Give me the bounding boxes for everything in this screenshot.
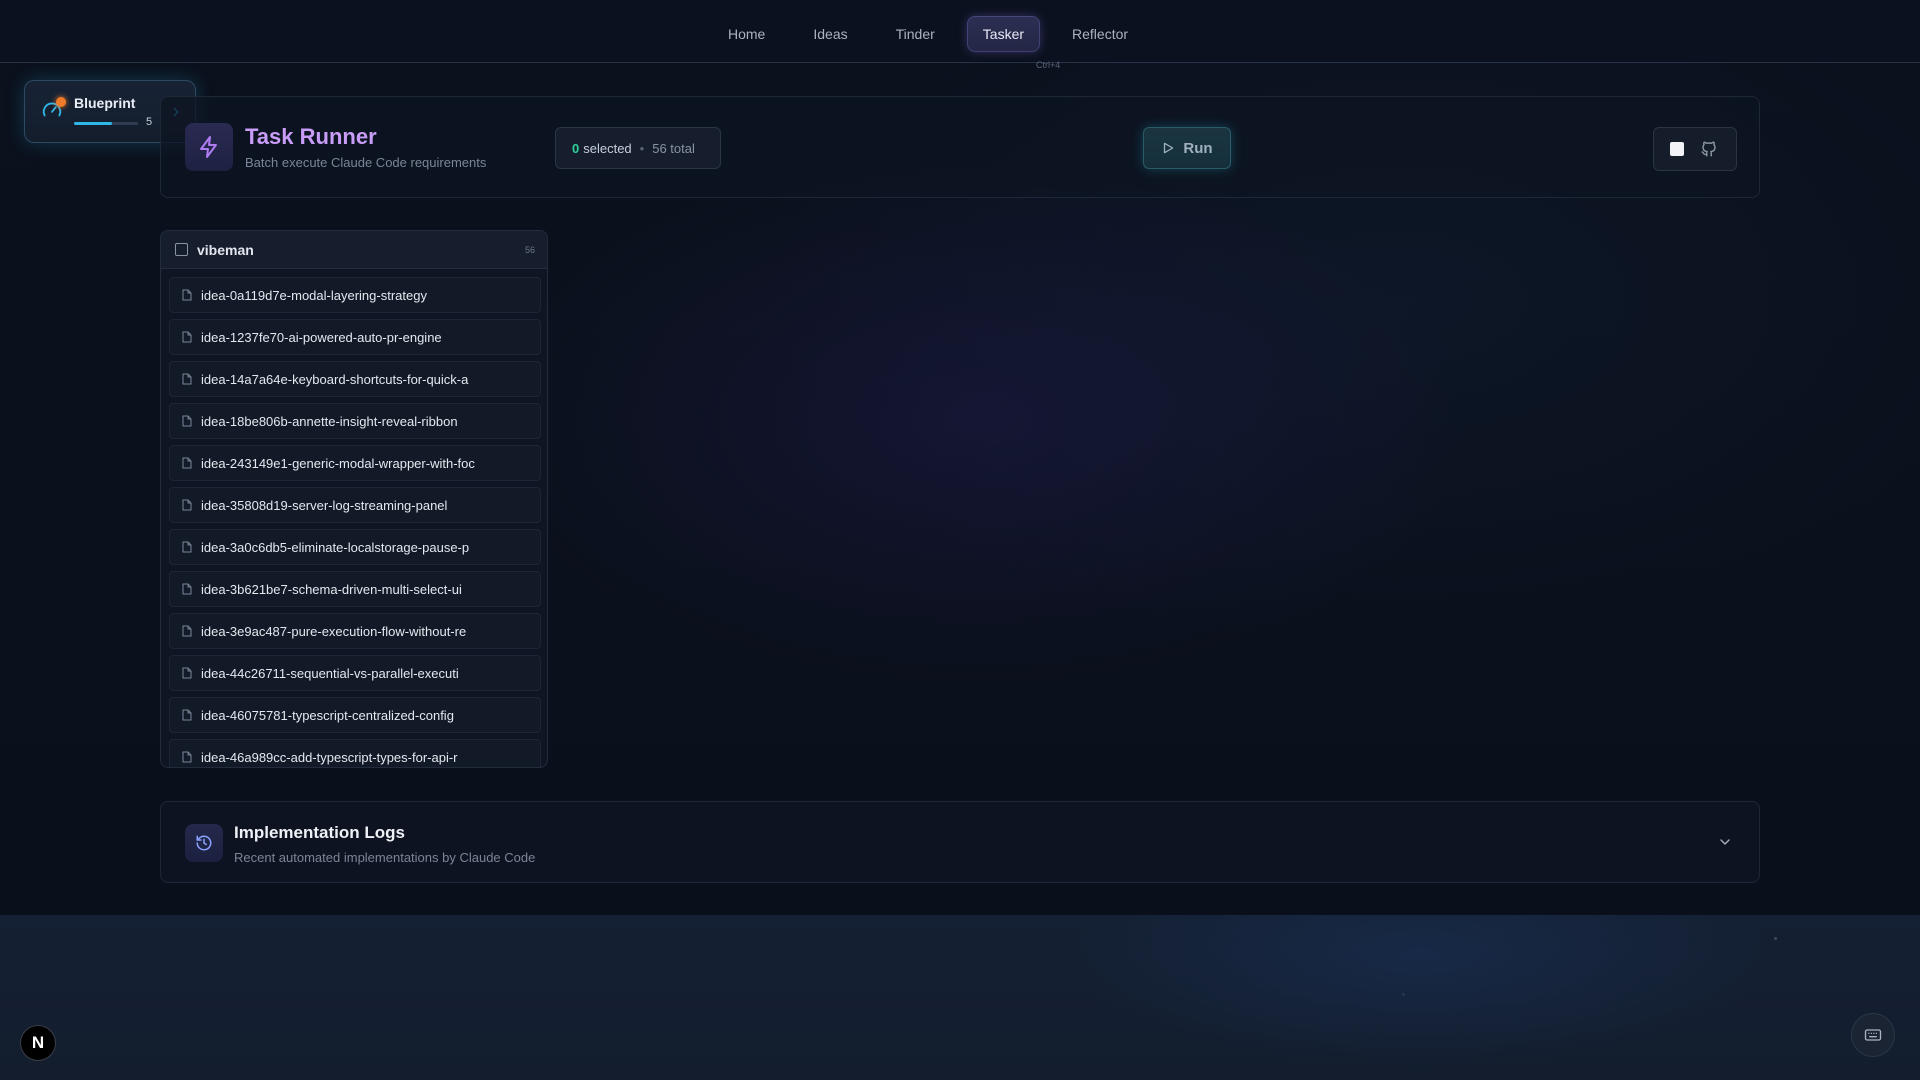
file-icon xyxy=(182,625,192,637)
blueprint-title: Blueprint xyxy=(74,95,136,111)
app-root: Home Ideas Tinder Tasker Reflector Ctrl+… xyxy=(0,0,1920,915)
requirement-label: idea-3a0c6db5-eliminate-localstorage-pau… xyxy=(201,539,470,555)
nav-tab-home[interactable]: Home xyxy=(712,16,781,52)
run-button-label: Run xyxy=(1183,139,1213,157)
selected-count: 0 xyxy=(572,140,580,156)
project-name: vibeman xyxy=(197,242,254,258)
project-header: vibeman 56 xyxy=(161,231,547,269)
implementation-logs-panel[interactable]: Implementation Logs Recent automated imp… xyxy=(160,801,1760,883)
nav-tab-tinder[interactable]: Tinder xyxy=(880,16,951,52)
lightning-icon xyxy=(185,123,233,171)
selected-label: selected xyxy=(583,140,632,156)
file-icon xyxy=(182,331,192,343)
file-icon xyxy=(182,499,192,511)
git-commit-icon[interactable] xyxy=(1700,140,1718,158)
nav-tab-reflector[interactable]: Reflector xyxy=(1056,16,1144,52)
separator-dot: • xyxy=(639,140,645,156)
project-select-all-checkbox[interactable] xyxy=(175,243,188,256)
page-subtitle: Batch execute Claude Code requirements xyxy=(245,155,487,170)
logs-title: Implementation Logs xyxy=(234,823,405,842)
requirement-label: idea-3b621be7-schema-driven-multi-select… xyxy=(201,581,462,597)
requirement-item[interactable]: idea-44c26711-sequential-vs-parallel-exe… xyxy=(169,655,541,691)
file-icon xyxy=(182,709,192,721)
requirement-label: idea-35808d19-server-log-streaming-panel xyxy=(201,497,448,513)
requirement-label: idea-46a989cc-add-typescript-types-for-a… xyxy=(201,749,458,765)
project-requirements-panel: vibeman 56 idea-0a119d7e-modal-layering-… xyxy=(160,230,548,768)
requirement-item[interactable]: idea-3a0c6db5-eliminate-localstorage-pau… xyxy=(169,529,541,565)
decorative-spark xyxy=(1774,937,1777,940)
play-icon xyxy=(1164,142,1174,154)
nav-tab-ideas[interactable]: Ideas xyxy=(797,16,863,52)
requirement-item[interactable]: idea-35808d19-server-log-streaming-panel xyxy=(169,487,541,523)
decorative-spark xyxy=(1402,993,1405,996)
execution-controls xyxy=(1653,127,1737,171)
logs-subtitle: Recent automated implementations by Clau… xyxy=(234,850,536,865)
requirement-item[interactable]: idea-18be806b-annette-insight-reveal-rib… xyxy=(169,403,541,439)
top-nav: Home Ideas Tinder Tasker Reflector Ctrl+… xyxy=(0,0,1920,70)
requirement-item[interactable]: idea-243149e1-generic-modal-wrapper-with… xyxy=(169,445,541,481)
file-icon xyxy=(182,457,192,469)
nav-tab-tasker[interactable]: Tasker xyxy=(966,16,1041,52)
file-icon xyxy=(182,583,192,595)
blueprint-count: 5 xyxy=(146,116,153,128)
stop-icon[interactable] xyxy=(1670,142,1684,156)
file-icon xyxy=(182,289,192,301)
requirement-label: idea-44c26711-sequential-vs-parallel-exe… xyxy=(201,665,459,681)
project-requirement-count: 56 xyxy=(524,245,535,255)
selection-summary: 0 selected • 56 total xyxy=(555,127,721,169)
chevron-down-icon[interactable] xyxy=(1717,834,1733,850)
requirement-label: idea-14a7a64e-keyboard-shortcuts-for-qui… xyxy=(201,371,469,387)
blueprint-progress-track xyxy=(74,122,138,125)
next-dev-badge[interactable]: N xyxy=(20,1025,56,1061)
requirement-label: idea-18be806b-annette-insight-reveal-rib… xyxy=(201,413,458,429)
file-icon xyxy=(182,751,192,763)
task-runner-header: Task Runner Batch execute Claude Code re… xyxy=(160,96,1760,198)
total-count: 56 total xyxy=(652,140,695,156)
nav-items: Home Ideas Tinder Tasker Reflector xyxy=(712,16,1160,52)
file-icon xyxy=(182,373,192,385)
run-button[interactable]: Run xyxy=(1143,127,1231,169)
requirement-label: idea-0a119d7e-modal-layering-strategy xyxy=(201,287,427,303)
requirement-item[interactable]: idea-14a7a64e-keyboard-shortcuts-for-qui… xyxy=(169,361,541,397)
blueprint-progress-fill xyxy=(74,122,113,125)
requirement-label: idea-243149e1-generic-modal-wrapper-with… xyxy=(201,455,475,471)
requirement-item[interactable]: idea-46075781-typescript-centralized-con… xyxy=(169,697,541,733)
page-title: Task Runner xyxy=(245,124,377,149)
lower-background xyxy=(0,915,1920,1080)
requirement-item[interactable]: idea-3e9ac487-pure-execution-flow-withou… xyxy=(169,613,541,649)
requirement-item[interactable]: idea-0a119d7e-modal-layering-strategy xyxy=(169,277,541,313)
requirement-item[interactable]: idea-3b621be7-schema-driven-multi-select… xyxy=(169,571,541,607)
requirement-item[interactable]: idea-46a989cc-add-typescript-types-for-a… xyxy=(169,739,541,767)
history-icon xyxy=(185,824,223,862)
keyboard-icon[interactable] xyxy=(1851,1013,1895,1057)
file-icon xyxy=(182,415,192,427)
file-icon xyxy=(182,667,192,679)
blueprint-status-dot xyxy=(56,97,66,107)
file-icon xyxy=(182,541,192,553)
requirement-label: idea-46075781-typescript-centralized-con… xyxy=(201,707,454,723)
requirement-list: idea-0a119d7e-modal-layering-strategy ide… xyxy=(169,277,541,767)
requirement-label: idea-3e9ac487-pure-execution-flow-withou… xyxy=(201,623,467,639)
requirement-label: idea-1237fe70-ai-powered-auto-pr-engine xyxy=(201,329,442,345)
requirement-item[interactable]: idea-1237fe70-ai-powered-auto-pr-engine xyxy=(169,319,541,355)
nav-shortcut-hint: Ctrl+4 xyxy=(1036,60,1061,70)
